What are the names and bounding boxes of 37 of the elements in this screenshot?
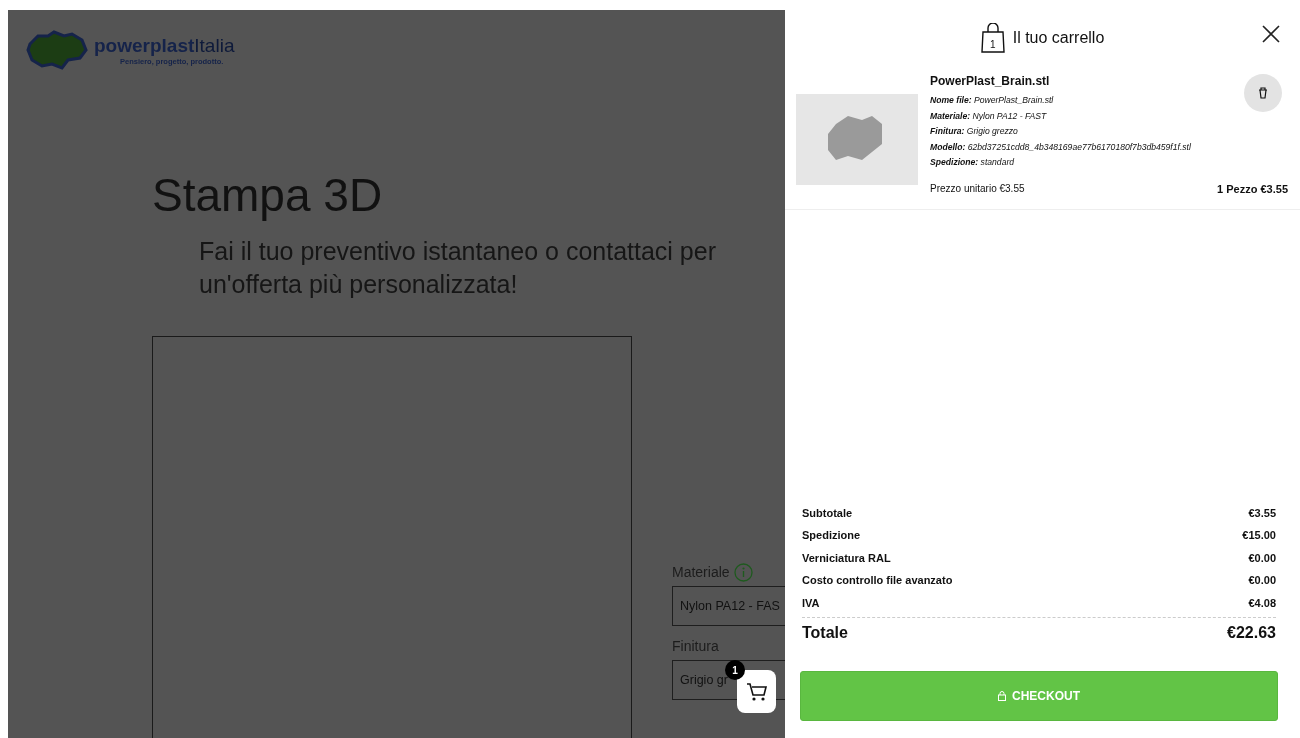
page-heading: Stampa 3D	[152, 170, 384, 221]
summary-label: Subtotale	[802, 506, 853, 519]
shopping-bag-icon	[980, 23, 1005, 53]
summary-label: Spedizione	[802, 529, 861, 542]
summary-label: Costo controllo file avanzato	[802, 574, 953, 587]
cart-icon	[745, 680, 768, 703]
field-label: Materiale	[672, 564, 730, 581]
checkout-button[interactable]: CHECKOUT	[800, 671, 1278, 721]
cart-title: Il tuo carrello	[1012, 29, 1105, 47]
summary-label: Verniciatura RAL	[802, 551, 891, 564]
close-icon	[1262, 25, 1280, 43]
summary-value: €3.55	[1248, 506, 1276, 519]
trash-icon	[1258, 87, 1268, 99]
total-value: €22.63	[1227, 624, 1276, 643]
item-detail: Finitura: Grigio grezzo	[930, 125, 1019, 138]
cart-button[interactable]	[737, 670, 776, 713]
unit-price: Prezzo unitario €3.55	[930, 182, 1025, 195]
page-subheading: Fai il tuo preventivo istantaneo o contattaci per un'offerta più personalizzata!	[199, 235, 717, 301]
close-button[interactable]	[1262, 25, 1280, 43]
total-label: Totale	[802, 624, 848, 643]
logo-icon	[24, 30, 88, 70]
item-detail: Spedizione: standard	[930, 156, 1016, 169]
item-detail: Modello: 62bd37251cdd8_4b348169ae77b6170180f7b3db459f1f.stl	[930, 140, 1192, 154]
summary-value: €4.08	[1248, 596, 1276, 609]
item-name: PowerPlast_Brain.stl	[930, 74, 1051, 88]
logo-wordmark: powerplastItalia	[94, 34, 235, 57]
item-detail: Nome file: PowerPlast_Brain.stl	[930, 94, 1055, 107]
delete-button[interactable]	[1244, 74, 1282, 112]
item-detail: Materiale: Nylon PA12 - FAST	[930, 109, 1048, 123]
summary-value: €0.00	[1248, 574, 1276, 587]
field-label: Finitura	[672, 638, 719, 655]
lock-icon	[998, 691, 1006, 701]
cart-count: 1	[989, 39, 996, 50]
summary-value: €0.00	[1248, 551, 1276, 564]
item-total: 1 Pezzo €3.55	[1217, 182, 1288, 195]
summary-label: IVA	[802, 596, 820, 609]
summary-value: €15.00	[1242, 529, 1276, 542]
